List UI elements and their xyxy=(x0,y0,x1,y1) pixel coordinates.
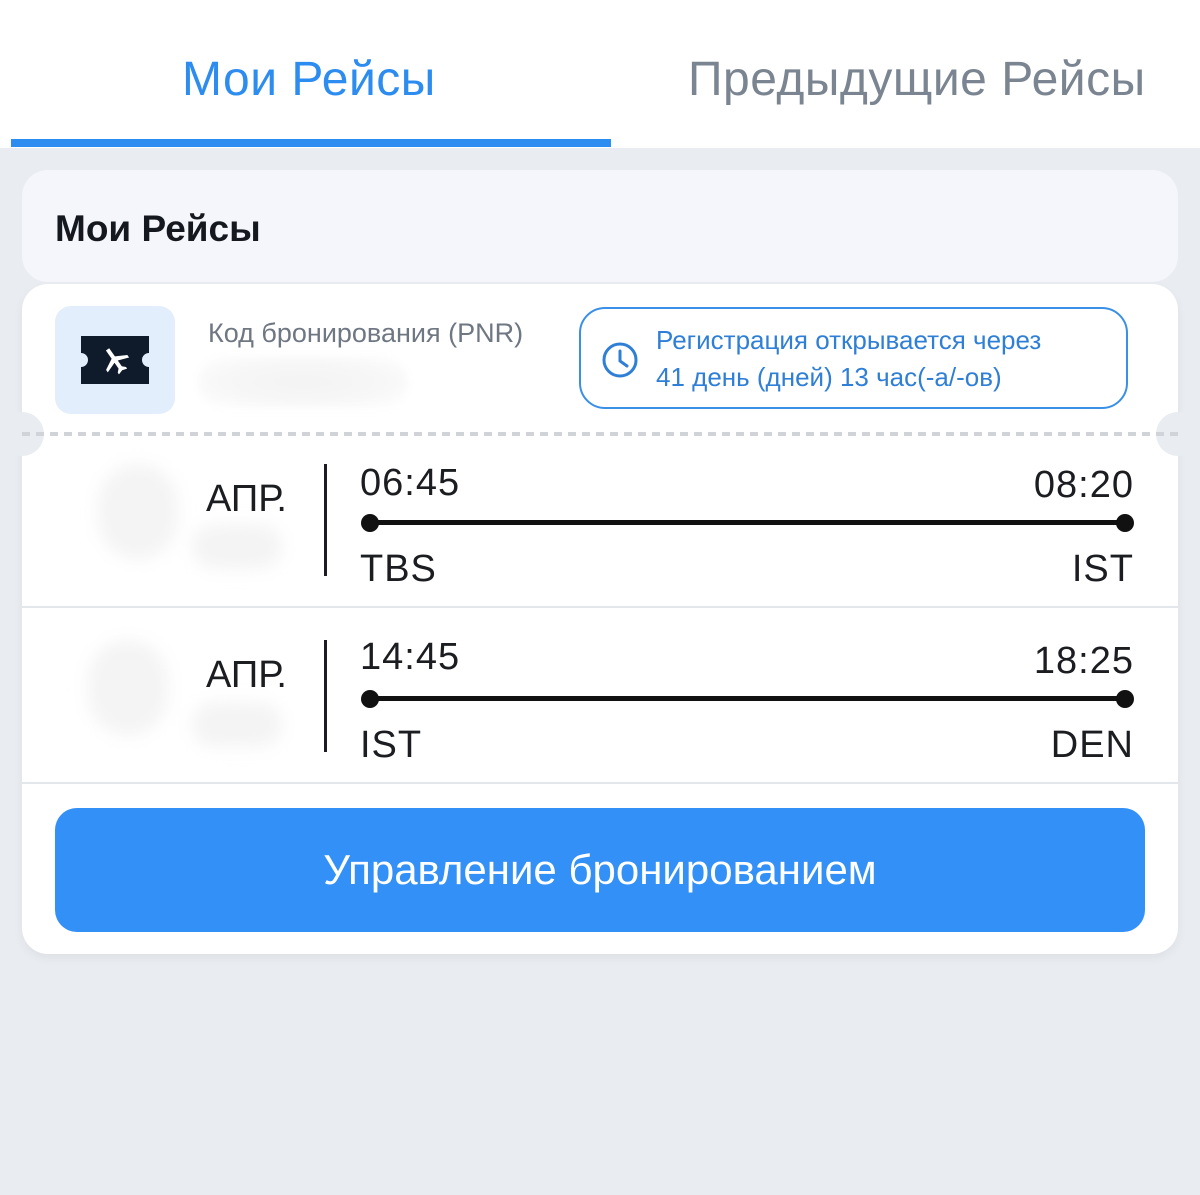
destination-airport: IST xyxy=(1071,548,1134,590)
route-line xyxy=(370,696,1126,701)
section-header: Мои Рейсы xyxy=(22,170,1178,282)
destination-dot xyxy=(1116,690,1134,708)
segment-separator xyxy=(324,464,327,576)
departure-time: 06:45 xyxy=(360,462,461,504)
origin-dot xyxy=(361,514,379,532)
pnr-label: Код бронирования (PNR) xyxy=(208,318,524,348)
flight-month: АПР. xyxy=(206,654,287,696)
origin-airport: TBS xyxy=(360,548,437,590)
destination-airport: DEN xyxy=(1050,724,1134,766)
origin-dot xyxy=(361,690,379,708)
checkin-text-line2: 41 день (дней) 13 час(-а/-ов) xyxy=(656,362,1002,392)
segment-separator xyxy=(324,640,327,752)
weekday-redacted xyxy=(192,524,282,569)
flight-segment[interactable]: АПР. 06:45 08:20 TBS IST xyxy=(22,434,1178,608)
flight-month: АПР. xyxy=(206,478,287,520)
checkin-text-line1: Регистрация открывается через xyxy=(656,325,1042,355)
flight-segment[interactable]: АПР. 14:45 18:25 IST DEN xyxy=(22,610,1178,784)
departure-time: 14:45 xyxy=(360,636,461,678)
segment-divider xyxy=(22,606,1178,608)
origin-airport: IST xyxy=(360,724,423,766)
tab-my-flights[interactable]: Мои Рейсы xyxy=(182,52,436,107)
active-tab-indicator xyxy=(11,139,611,147)
route-line xyxy=(370,520,1126,525)
checkin-countdown-badge: Регистрация открывается через 41 день (д… xyxy=(579,307,1128,409)
clock-icon xyxy=(602,342,638,378)
booking-card[interactable]: Код бронирования (PNR) Регистрация откры… xyxy=(0,284,1200,954)
arrival-time: 08:20 xyxy=(1033,464,1134,506)
manage-booking-button[interactable]: Управление бронированием xyxy=(55,808,1145,932)
section-title: Мои Рейсы xyxy=(55,208,261,249)
pnr-value-redacted xyxy=(198,356,408,408)
segment-divider xyxy=(22,782,1178,784)
ticket-icon-container xyxy=(55,306,175,414)
tab-previous-flights[interactable]: Предыдущие Рейсы xyxy=(688,52,1146,107)
ticket-plane-icon xyxy=(81,336,149,384)
weekday-redacted xyxy=(192,702,282,747)
destination-dot xyxy=(1116,514,1134,532)
tab-bar: Мои Рейсы Предыдущие Рейсы xyxy=(0,0,1200,148)
day-redacted xyxy=(98,464,178,559)
day-redacted xyxy=(88,640,168,735)
arrival-time: 18:25 xyxy=(1033,640,1134,682)
